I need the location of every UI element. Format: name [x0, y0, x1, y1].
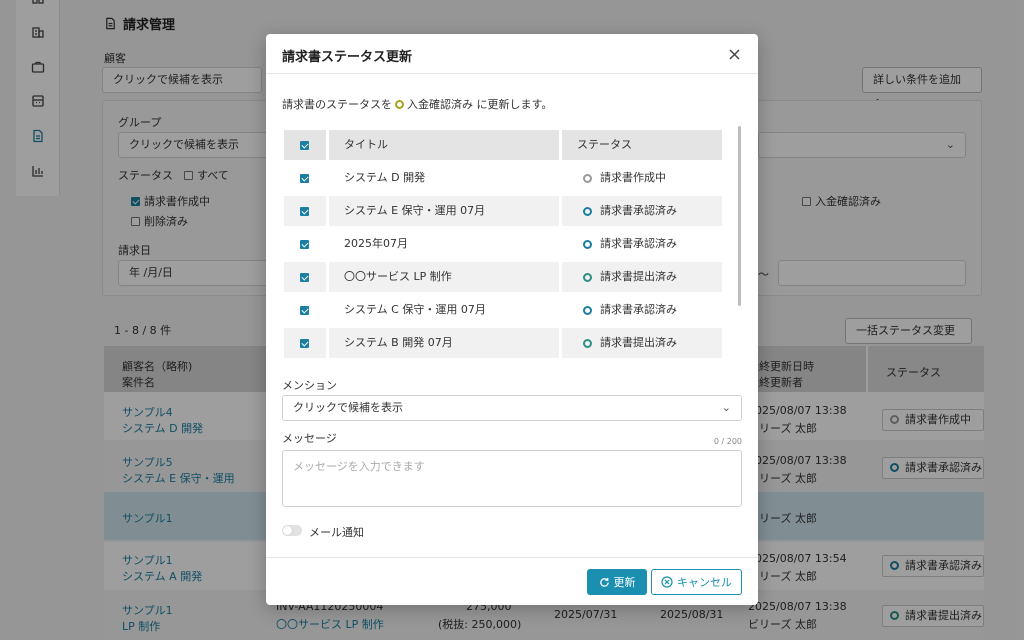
row-checkbox[interactable] [300, 207, 309, 216]
modal-footer: 更新 キャンセル [266, 557, 758, 605]
refresh-icon [599, 577, 609, 587]
row-checkbox[interactable] [300, 273, 309, 282]
column-title: タイトル [329, 130, 559, 160]
status-update-dialog: 請求書ステータス更新 請求書のステータスを 入金確認済み に更新します。 タイト… [266, 34, 758, 605]
status-ring-icon [583, 339, 592, 348]
message-counter: 0 / 200 [713, 437, 742, 446]
chevron-down-icon: ⌄ [721, 401, 731, 414]
message-textarea[interactable]: メッセージを入力できます [282, 450, 742, 507]
mention-label: メンション [282, 379, 337, 392]
cancel-circle-icon [661, 576, 673, 588]
status-ring-icon [583, 207, 592, 216]
select-all-checkbox[interactable] [300, 141, 309, 150]
row-checkbox[interactable] [300, 240, 309, 249]
status-ring-icon [583, 306, 592, 315]
table-row[interactable]: 2025年07月 請求書承認済み [282, 229, 722, 259]
table-header: タイトル ステータス [282, 130, 722, 160]
table-row[interactable]: システム E 保守・運用 07月 請求書承認済み [282, 196, 722, 226]
status-ring-icon [583, 174, 592, 183]
row-checkbox[interactable] [300, 174, 309, 183]
table-row[interactable]: システム C 保守・運用 07月 請求書承認済み [282, 295, 722, 325]
table-row[interactable]: システム B 開発 07月 請求書提出済み [282, 328, 722, 358]
cancel-button[interactable]: キャンセル [651, 569, 742, 595]
modal-header: 請求書ステータス更新 [266, 34, 758, 74]
table-scrollbar[interactable] [738, 126, 741, 306]
intro-text: 請求書のステータスを 入金確認済み に更新します。 [282, 98, 553, 111]
update-button[interactable]: 更新 [587, 569, 647, 595]
status-ring-icon [583, 240, 592, 249]
mention-select[interactable]: クリックで候補を表示 ⌄ [282, 395, 742, 421]
email-notify-toggle[interactable] [282, 525, 302, 536]
column-status: ステータス [562, 130, 722, 160]
modal-title: 請求書ステータス更新 [282, 50, 413, 65]
table-row[interactable]: 〇〇サービス LP 制作 請求書提出済み [282, 262, 722, 292]
status-ring-icon [395, 99, 404, 109]
row-checkbox[interactable] [300, 339, 309, 348]
status-ring-icon [583, 273, 592, 282]
message-label: メッセージ [282, 432, 337, 445]
row-checkbox[interactable] [300, 306, 309, 315]
table-row[interactable]: システム D 開発 請求書作成中 [282, 163, 722, 193]
email-notify-label: メール通知 [309, 526, 364, 539]
invoice-selection-table: タイトル ステータス システム D 開発 請求書作成中 システム E 保守・運用… [282, 124, 742, 396]
close-icon[interactable] [726, 46, 742, 62]
